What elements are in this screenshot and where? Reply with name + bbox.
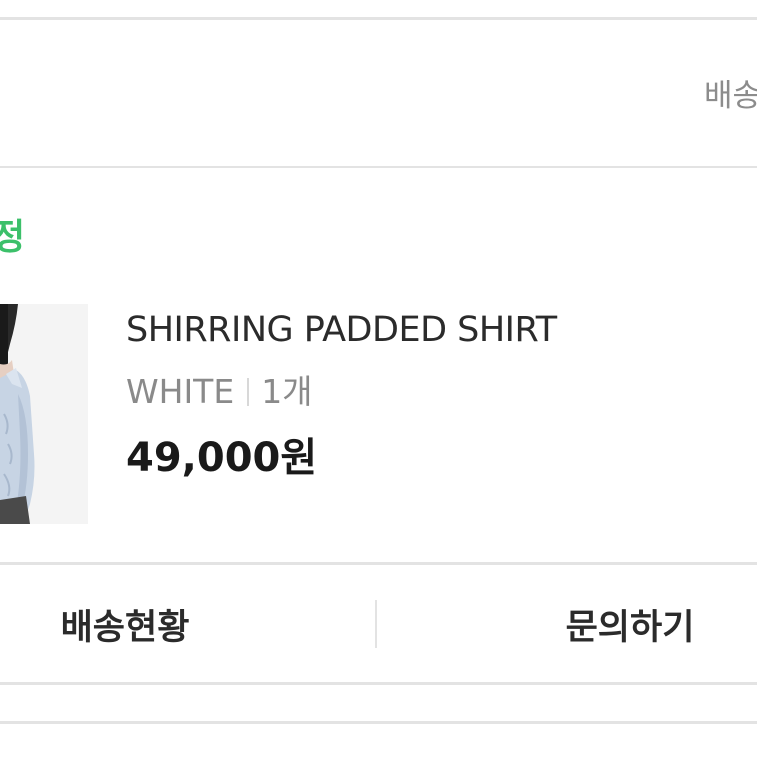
product-thumbnail[interactable] [0, 304, 88, 524]
action-divider [375, 600, 377, 648]
bottom-divider [0, 721, 757, 724]
section-divider [0, 166, 757, 168]
inquiry-label: 문의하기 [565, 607, 695, 648]
order-status-text: 정 [0, 217, 26, 258]
order-detail-page: 배송 정 SHIRRING PADDED SHIRT WHITE 1개 49,0… [0, 0, 757, 757]
actions-bottom-divider [0, 682, 757, 685]
actions-top-divider [0, 562, 757, 565]
option-separator [247, 378, 250, 406]
shipping-label[interactable]: 배송 [704, 76, 757, 116]
delivery-status-label: 배송현황 [60, 607, 190, 648]
delivery-status-button[interactable]: 배송현황 [0, 586, 250, 662]
product-name[interactable]: SHIRRING PADDED SHIRT [126, 308, 557, 352]
product-options: WHITE 1개 [126, 372, 313, 412]
inquiry-button[interactable]: 문의하기 [520, 586, 740, 662]
product-photo-icon [0, 304, 88, 524]
option-quantity: 1개 [261, 372, 313, 411]
top-divider [0, 17, 757, 20]
product-price: 49,000원 [126, 435, 318, 481]
option-color: WHITE [126, 372, 235, 411]
